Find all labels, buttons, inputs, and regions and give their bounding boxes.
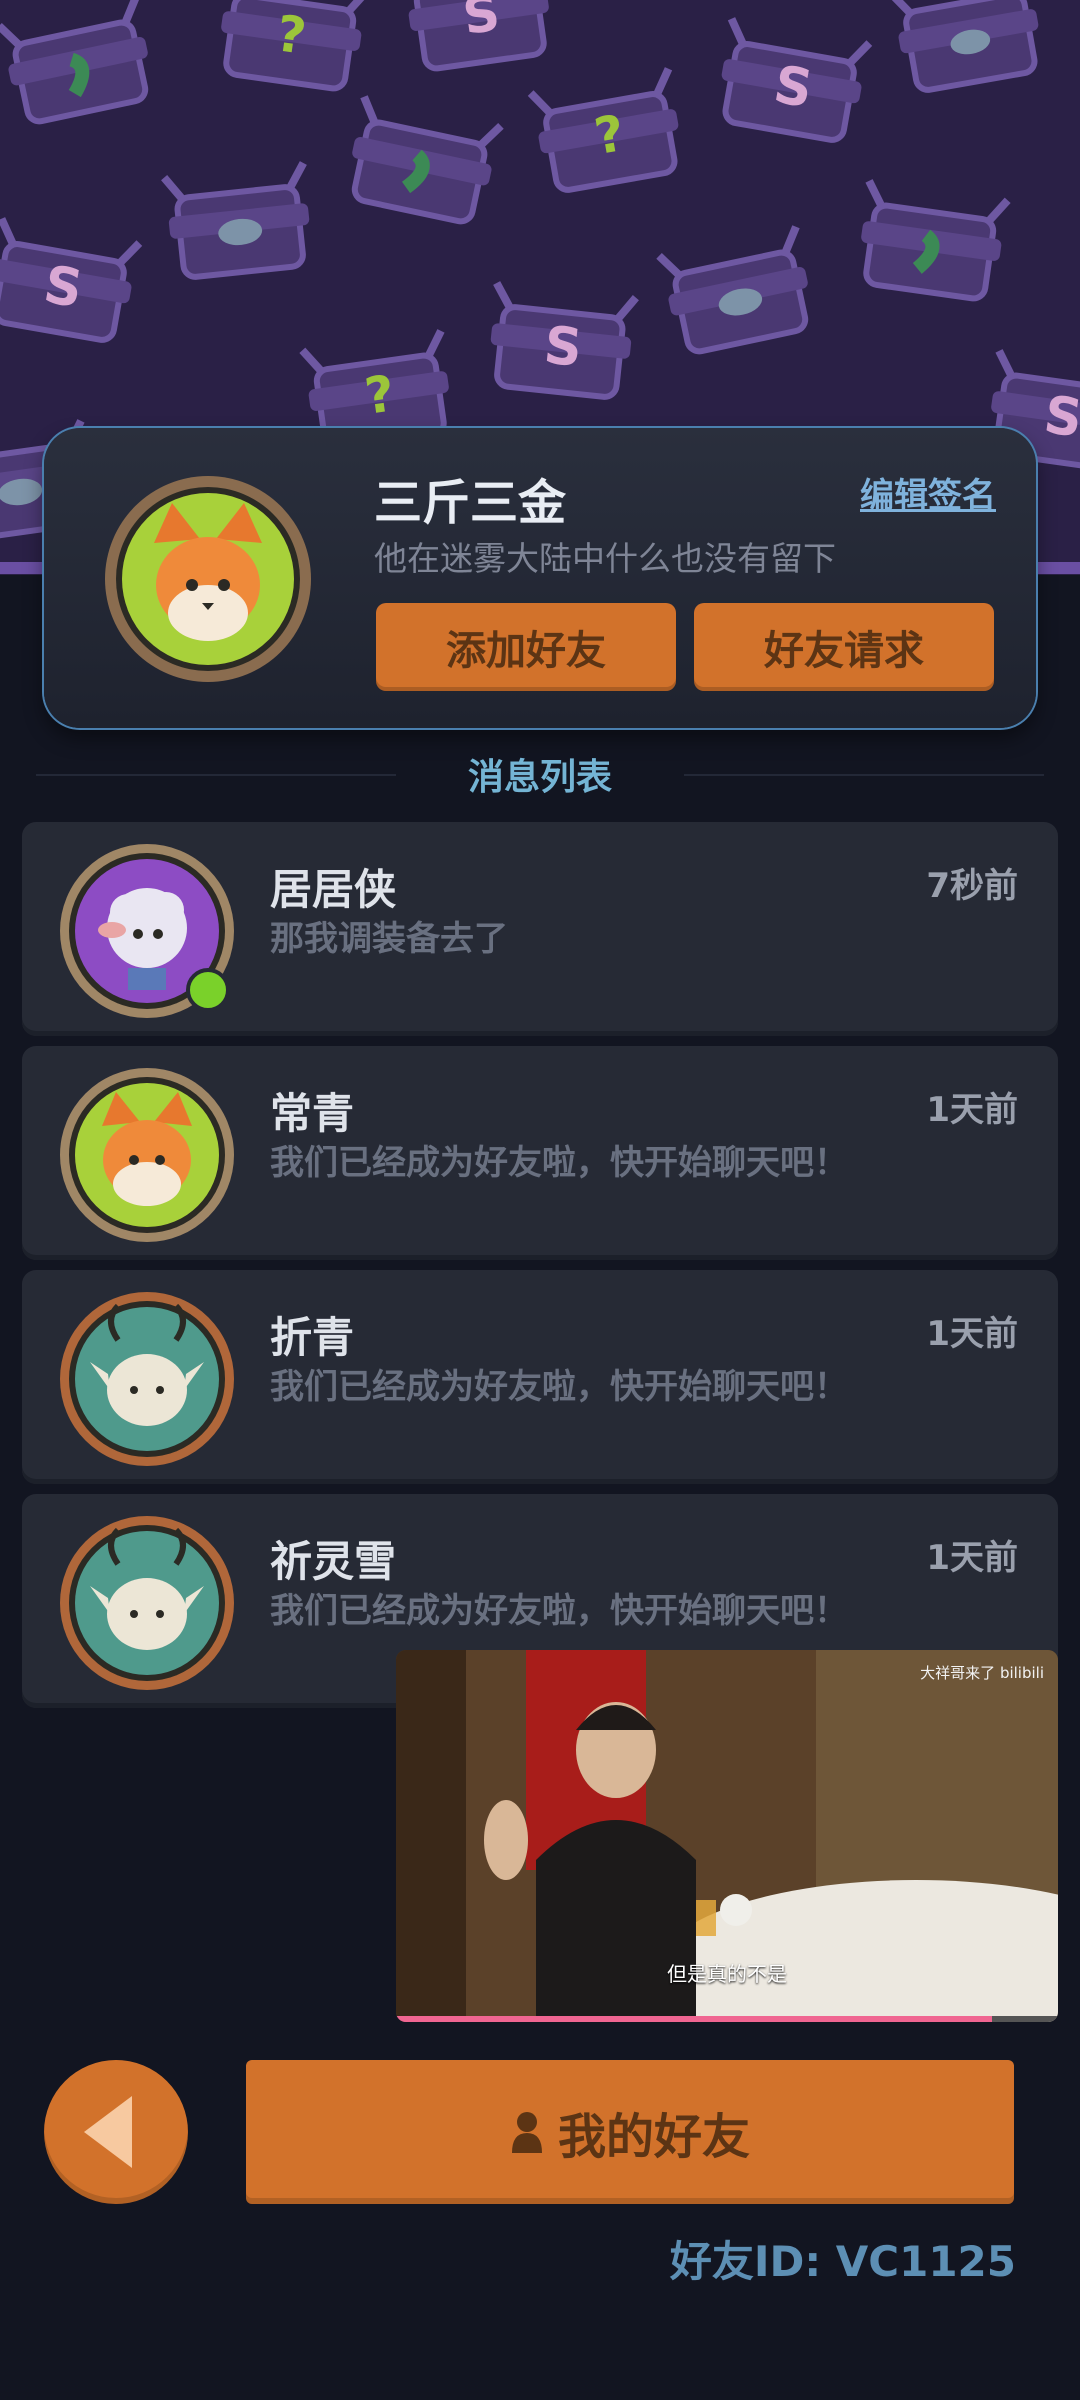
message-time: 1天前 <box>926 1314 1018 1354</box>
fox-avatar[interactable] <box>102 473 314 685</box>
video-progress-fill <box>396 2016 992 2022</box>
profile-card: 三斤三金 他在迷雾大陆中什么也没有留下 编辑签名 添加好友 好友请求 <box>44 428 1036 728</box>
floating-video-player[interactable]: 大祥哥来了 bilibili 但是真的不是 <box>396 1650 1058 2022</box>
back-button[interactable] <box>44 2060 188 2204</box>
my-friends-button[interactable]: 我的好友 <box>246 2060 1014 2204</box>
my-friends-label: 我的好友 <box>557 2109 750 2165</box>
message-preview: 那我调装备去了 <box>270 919 508 959</box>
message-time: 1天前 <box>926 1538 1018 1578</box>
message-preview: 我们已经成为好友啦，快开始聊天吧！ <box>270 1143 848 1183</box>
profile-signature: 他在迷雾大陆中什么也没有留下 <box>374 539 836 578</box>
message-time: 7秒前 <box>926 866 1018 906</box>
message-item[interactable]: 居居侠 7秒前 那我调装备去了 <box>22 822 1058 1036</box>
fox-avatar <box>60 1068 234 1242</box>
friend-requests-button[interactable]: 好友请求 <box>694 603 994 691</box>
online-status-dot <box>186 968 230 1012</box>
video-progress-bar[interactable] <box>396 2016 1058 2022</box>
add-friend-button[interactable]: 添加好友 <box>376 603 676 691</box>
message-sender-name: 居居侠 <box>270 865 397 914</box>
message-list-title: 消息列表 <box>467 757 612 798</box>
message-time: 1天前 <box>926 1090 1018 1130</box>
message-sender-name: 祈灵雪 <box>270 1537 397 1586</box>
svg-text:S: S <box>541 316 585 380</box>
triangle-left-icon <box>84 2096 132 2168</box>
deer-cat-avatar <box>60 1516 234 1690</box>
video-watermark: 大祥哥来了 bilibili <box>920 1664 1044 1682</box>
svg-text:S: S <box>459 0 503 46</box>
edit-signature-link[interactable]: 编辑签名 <box>860 468 996 517</box>
message-preview: 我们已经成为好友啦，快开始聊天吧！ <box>270 1367 848 1407</box>
profile-name: 三斤三金 <box>374 475 567 531</box>
friend-id-text: 好友ID: VC1125 <box>669 2237 1016 2286</box>
person-icon <box>511 2112 542 2153</box>
message-preview: 我们已经成为好友啦，快开始聊天吧！ <box>270 1591 848 1631</box>
message-sender-name: 常青 <box>270 1089 355 1138</box>
message-item[interactable]: 常青 1天前 我们已经成为好友啦，快开始聊天吧！ <box>22 1046 1058 1260</box>
message-sender-name: 折青 <box>270 1313 355 1362</box>
video-subtitle: 但是真的不是 <box>667 1962 787 1986</box>
message-item[interactable]: 折青 1天前 我们已经成为好友啦，快开始聊天吧！ <box>22 1270 1058 1484</box>
deer-cat-avatar <box>60 1292 234 1466</box>
